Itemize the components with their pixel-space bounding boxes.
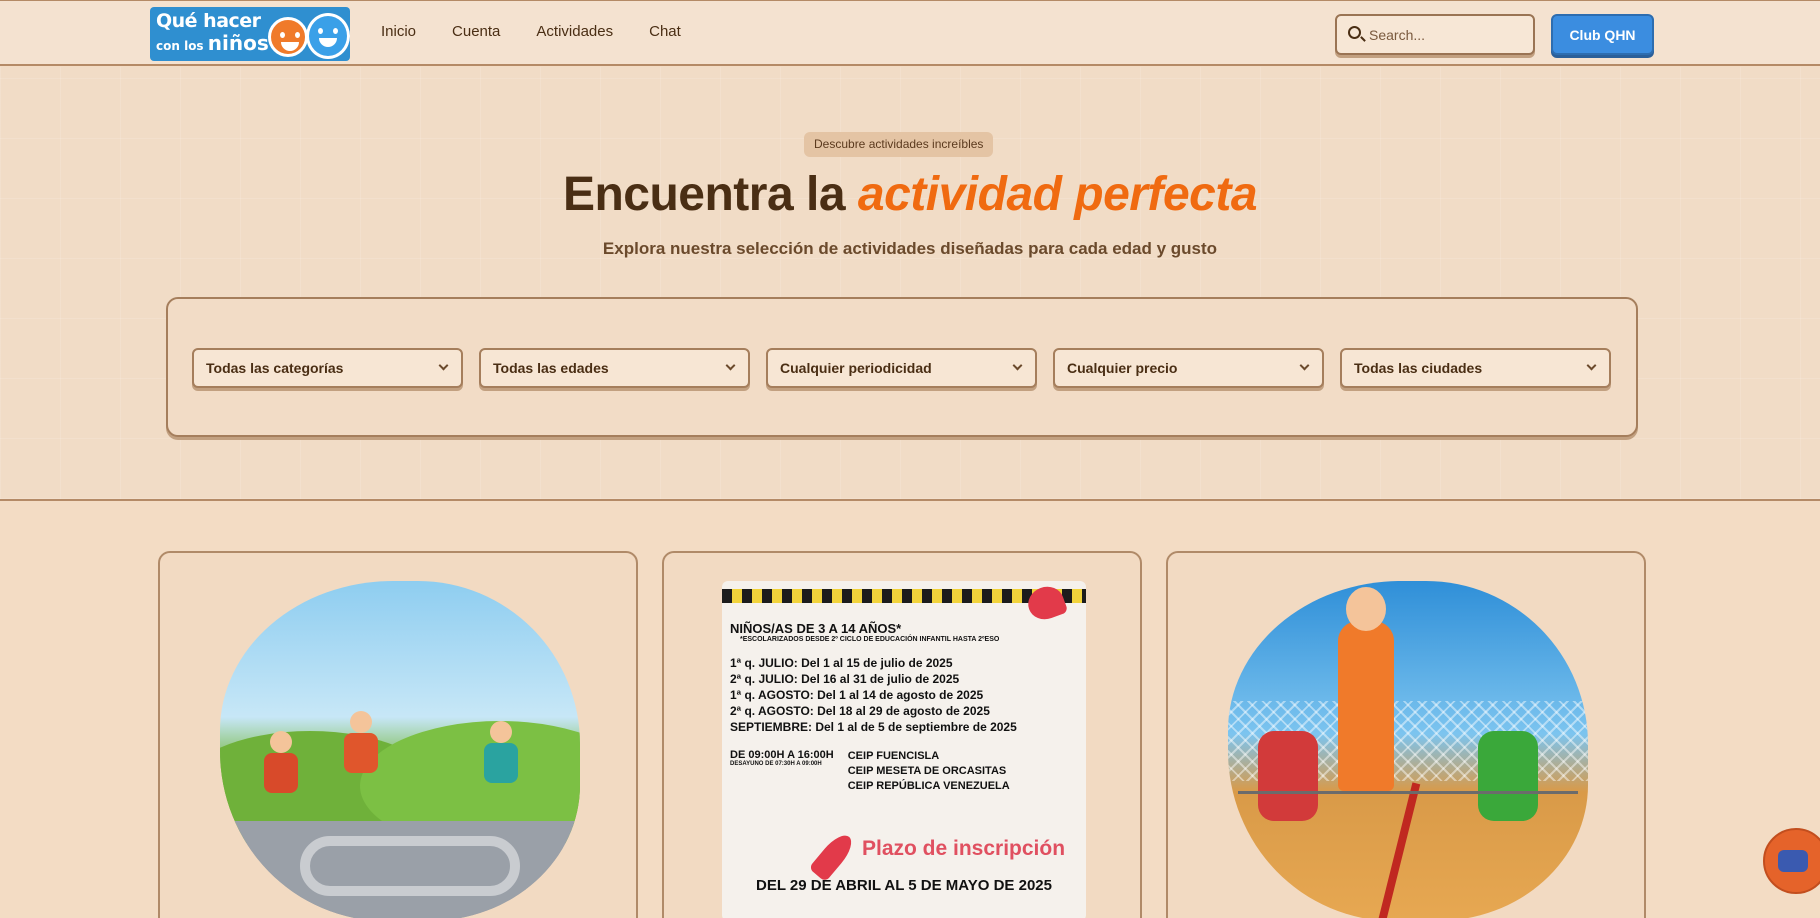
activity-card[interactable] — [158, 551, 638, 918]
rocket-icon — [808, 829, 858, 883]
title-highlight: actividad perfecta — [857, 168, 1258, 221]
top-navbar: Qué hacer con los niños Inicio Cuenta Ac… — [0, 0, 1820, 66]
kid-figure — [264, 731, 298, 793]
hero-section: Descubre actividades increíbles Encuentr… — [0, 67, 1820, 501]
poster-period: 2ª q. JULIO: Del 16 al 31 de julio de 20… — [730, 672, 960, 686]
poster-school: CEIP FUENCISLA — [847, 750, 940, 762]
logo-line2-prefix: con los — [156, 39, 204, 53]
activity-image-tug-of-war — [1228, 581, 1588, 918]
activity-image-kids-playground — [220, 581, 580, 918]
hero-badge: Descubre actividades increíbles — [804, 132, 994, 157]
poster-period: 1ª q. JULIO: Del 1 al 15 de julio de 202… — [730, 656, 953, 670]
poster-heading: NIÑOS/AS DE 3 A 14 AÑOS* — [730, 621, 902, 636]
search-box — [1335, 14, 1535, 55]
filter-age-value: Todas las edades — [493, 360, 609, 376]
chevron-down-icon — [1012, 360, 1023, 371]
rope — [1238, 791, 1578, 794]
nav-link-chat[interactable]: Chat — [649, 23, 681, 40]
search-icon — [1348, 26, 1361, 39]
filter-age-select[interactable]: Todas las edades — [479, 348, 750, 388]
filters-panel: Todas las categorías Todas las edades Cu… — [166, 297, 1638, 437]
chevron-down-icon — [725, 360, 736, 371]
poster-period: 2ª q. AGOSTO: Del 18 al 29 de agosto de … — [730, 704, 990, 718]
poster-deadline-label: Plazo de inscripción — [862, 837, 1066, 860]
site-logo[interactable]: Qué hacer con los niños — [150, 7, 350, 61]
poster-schedule: DE 09:00H A 16:00H — [730, 749, 834, 761]
search-input[interactable] — [1369, 24, 1527, 46]
filter-frequency-value: Cualquier periodicidad — [780, 360, 932, 376]
kid-figure — [484, 721, 518, 783]
poster-note: *ESCOLARIZADOS DESDE 2º CICLO DE EDUCACI… — [740, 636, 1000, 643]
poster-period: SEPTIEMBRE: Del 1 al de 5 de septiembre … — [730, 720, 1017, 734]
poster-text: NIÑOS/AS DE 3 A 14 AÑOS* *ESCOLARIZADOS … — [730, 621, 1080, 794]
chevron-down-icon — [438, 360, 449, 371]
filter-category-value: Todas las categorías — [206, 360, 344, 376]
poster-deadline-dates: DEL 29 DE ABRIL AL 5 DE MAYO DE 2025 — [756, 877, 1052, 894]
poster-schedule-note: DESAYUNO DE 07:30H A 09:00H — [730, 761, 822, 767]
filter-city-select[interactable]: Todas las ciudades — [1340, 348, 1611, 388]
logo-line2: con los niños — [156, 33, 276, 53]
poster-school: CEIP REPÚBLICA VENEZUELA — [847, 780, 1010, 792]
filter-city-value: Todas las ciudades — [1354, 360, 1483, 376]
coach-head — [1346, 587, 1386, 631]
activity-card[interactable]: NIÑOS/AS DE 3 A 14 AÑOS* *ESCOLARIZADOS … — [662, 551, 1142, 918]
page-title: Encuentra la actividad perfecta — [0, 167, 1820, 222]
logo-boy-face-icon — [306, 13, 350, 59]
activity-image-poster: NIÑOS/AS DE 3 A 14 AÑOS* *ESCOLARIZADOS … — [722, 581, 1086, 918]
filter-price-value: Cualquier precio — [1067, 360, 1178, 376]
poster-period: 1ª q. AGOSTO: Del 1 al 14 de agosto de 2… — [730, 688, 984, 702]
kid-figure — [1478, 731, 1538, 821]
chevron-down-icon — [1299, 360, 1310, 371]
filter-category-select[interactable]: Todas las categorías — [192, 348, 463, 388]
nav-link-cuenta[interactable]: Cuenta — [452, 23, 500, 40]
filter-price-select[interactable]: Cualquier precio — [1053, 348, 1324, 388]
logo-girl-face-icon — [268, 17, 308, 57]
coach-figure — [1338, 621, 1394, 791]
chat-help-icon — [1778, 850, 1808, 872]
kid-figure — [1258, 731, 1318, 821]
kid-figure — [344, 711, 378, 773]
hero-subtitle: Explora nuestra selección de actividades… — [602, 239, 1218, 258]
chat-help-floating-button[interactable] — [1763, 828, 1820, 894]
main-nav: Inicio Cuenta Actividades Chat — [381, 23, 717, 40]
logo-text: Qué hacer con los niños — [156, 10, 276, 54]
activity-card[interactable] — [1166, 551, 1646, 918]
filter-frequency-select[interactable]: Cualquier periodicidad — [766, 348, 1037, 388]
club-qhn-button[interactable]: Club QHN — [1551, 14, 1654, 55]
poster-school: CEIP MESETA DE ORCASITAS — [847, 765, 1007, 777]
nav-link-actividades[interactable]: Actividades — [536, 23, 613, 40]
nav-link-inicio[interactable]: Inicio — [381, 23, 416, 40]
logo-line2-word: niños — [207, 31, 269, 55]
title-plain: Encuentra la — [562, 168, 846, 221]
logo-line1: Qué hacer — [156, 10, 261, 32]
chevron-down-icon — [1586, 360, 1597, 371]
